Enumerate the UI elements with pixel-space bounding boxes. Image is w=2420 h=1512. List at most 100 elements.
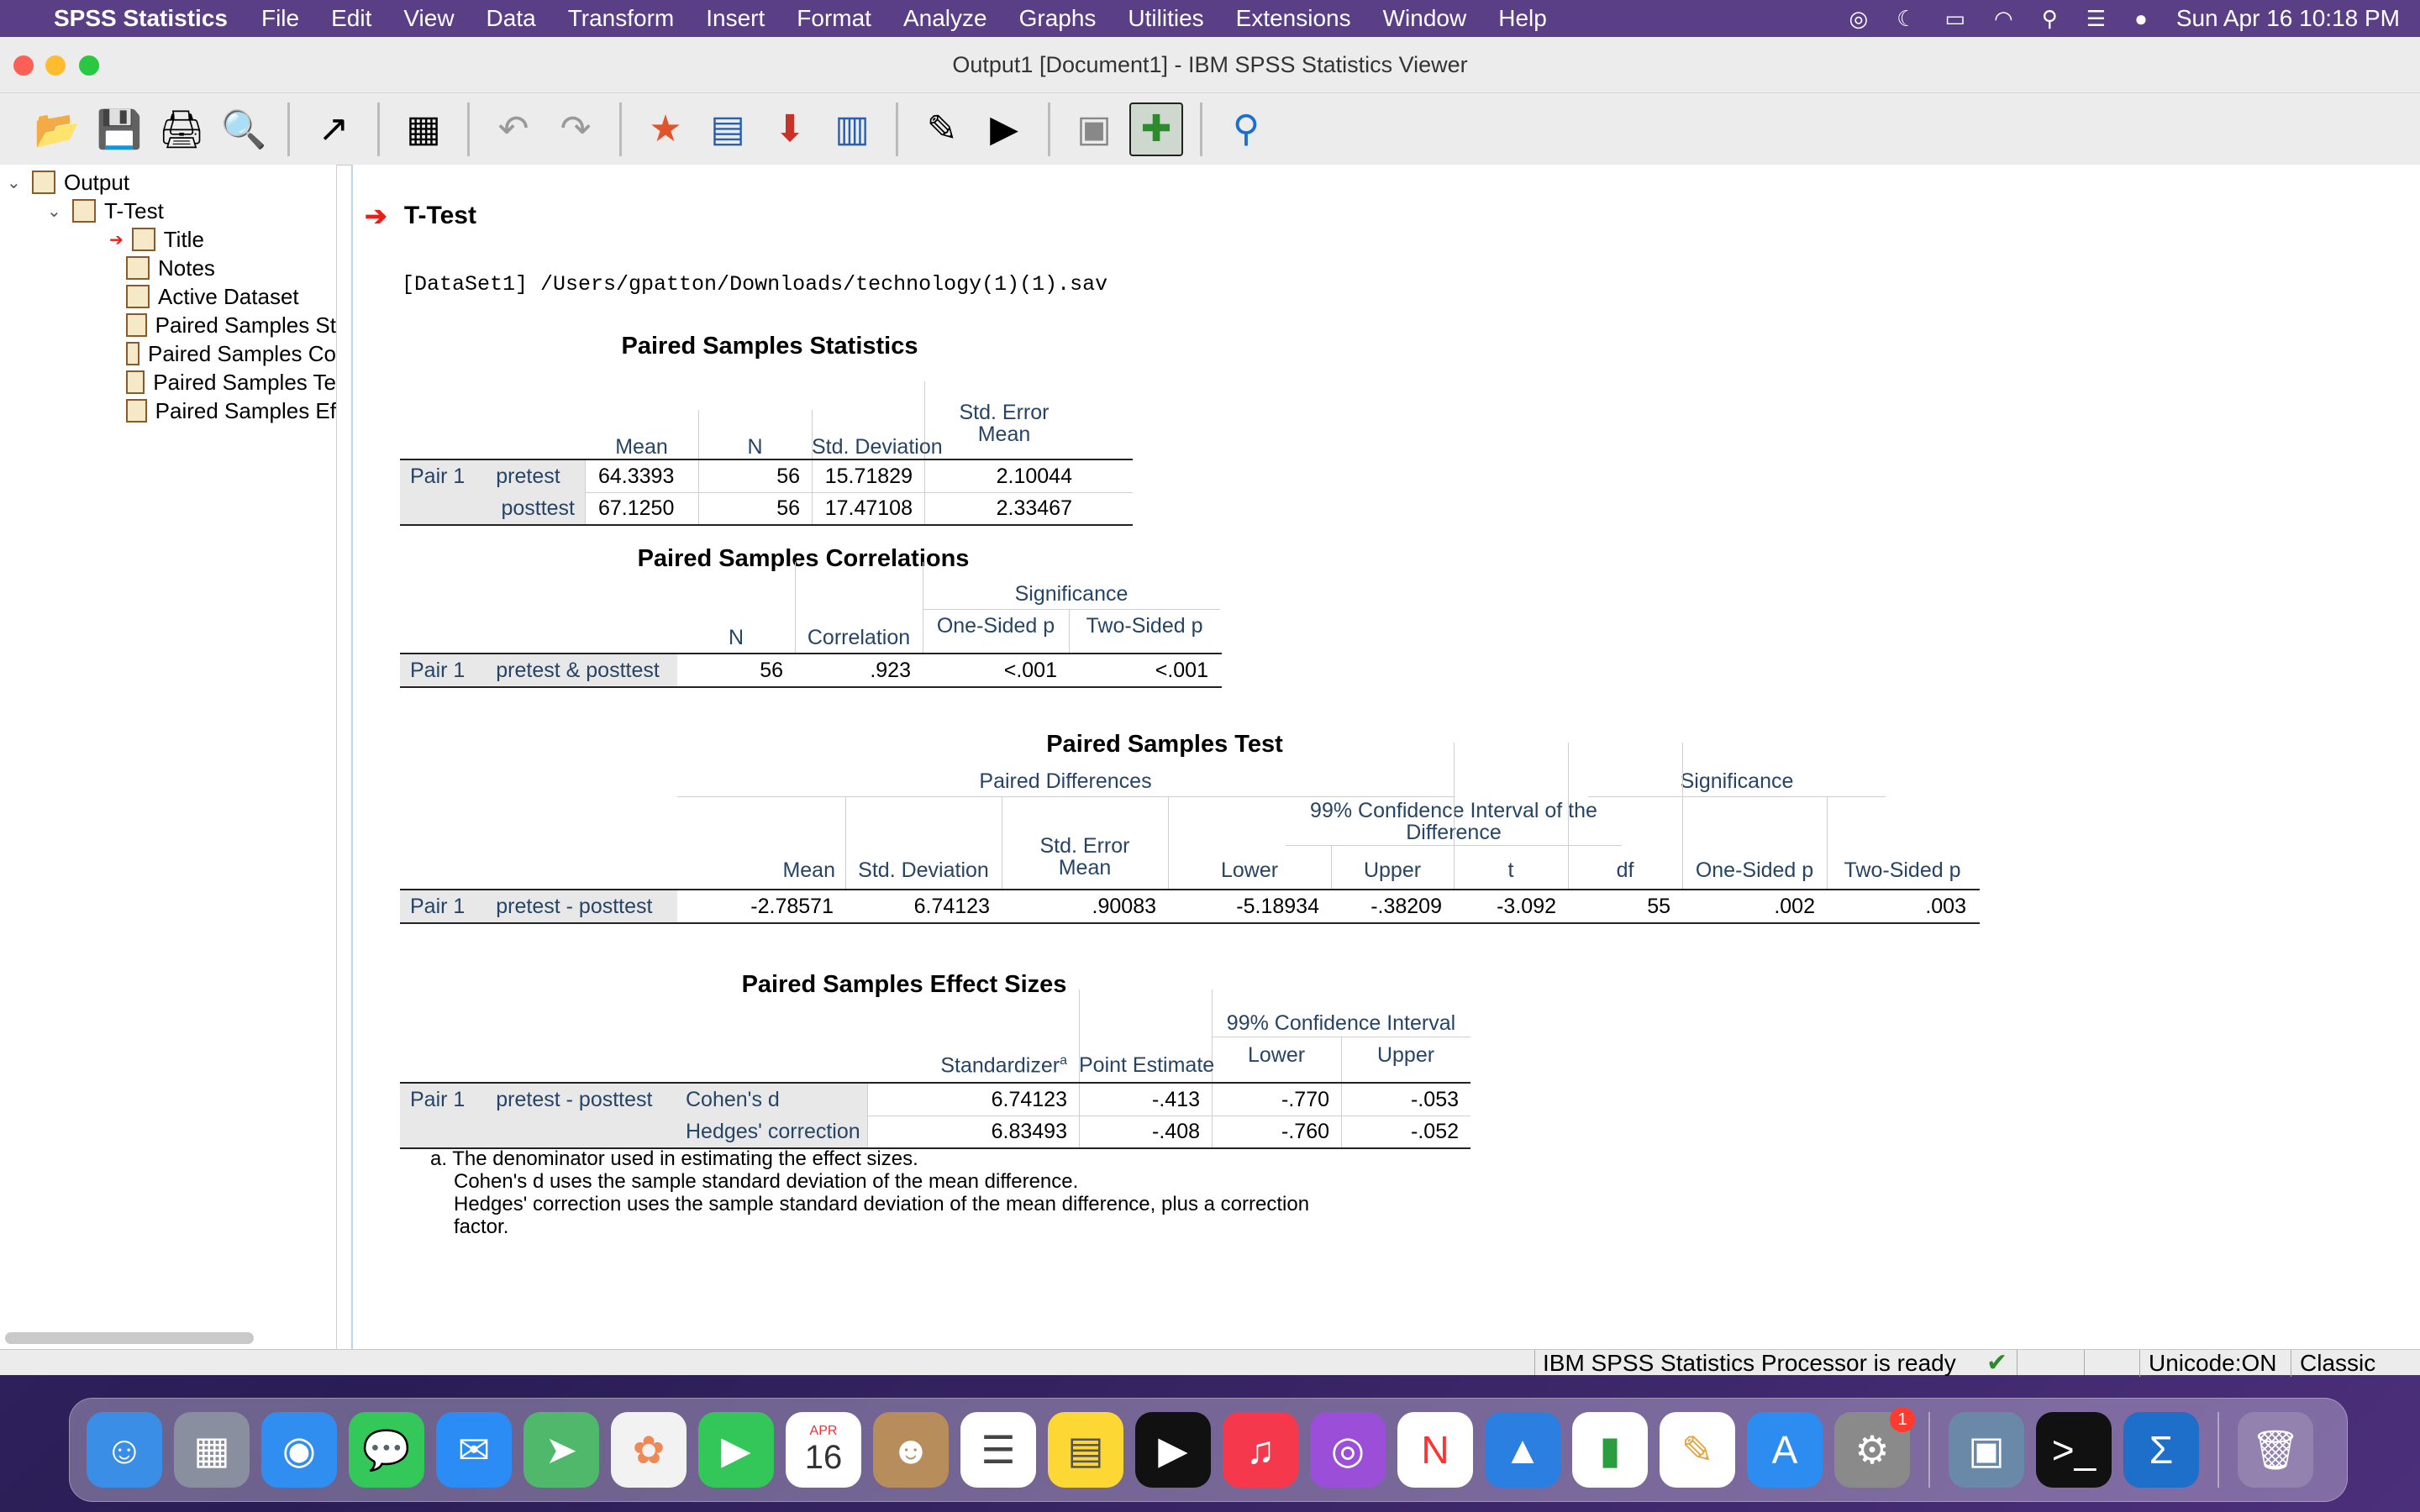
redo-icon[interactable]: ↷ xyxy=(549,102,602,156)
menu-file[interactable]: File xyxy=(261,5,299,32)
news-icon[interactable]: N xyxy=(1397,1412,1473,1488)
stat-value: 56 xyxy=(760,659,783,682)
paired-stats-table[interactable]: Paired Samples Statistics Mean N Std. De… xyxy=(400,333,1139,526)
facetime-icon[interactable]: ▶ xyxy=(698,1412,774,1488)
contacts-icon[interactable]: ☻ xyxy=(873,1412,949,1488)
hedges-label: Hedges' correction xyxy=(400,1116,867,1147)
menu-insert[interactable]: Insert xyxy=(706,5,765,32)
app-menu[interactable]: SPSS Statistics xyxy=(54,5,228,32)
insert-text-icon[interactable]: ✎ xyxy=(915,102,969,156)
col-header: One-Sided p xyxy=(1695,858,1814,882)
chevron-down-icon[interactable]: ⌄ xyxy=(7,172,24,193)
menu-format[interactable]: Format xyxy=(797,5,871,32)
battery-icon[interactable]: ▭ xyxy=(1944,6,1965,32)
outline-label: T-Test xyxy=(104,197,164,223)
spotlight-search-icon[interactable]: ⚲ xyxy=(2042,6,2058,32)
outline-output[interactable]: ⌄ Output xyxy=(7,168,129,197)
stat-value: 55 xyxy=(1647,895,1670,918)
menu-window[interactable]: Window xyxy=(1383,5,1467,32)
menu-extensions[interactable]: Extensions xyxy=(1236,5,1351,32)
variables-icon[interactable]: ⬇ xyxy=(763,102,817,156)
designate-window-icon[interactable]: ✚ xyxy=(1129,102,1183,156)
menu-analyze[interactable]: Analyze xyxy=(903,5,987,32)
reminders-icon[interactable]: ☰ xyxy=(960,1412,1036,1488)
outline-pane: ⌄ Output ⌄ T-Test ➔ Title Notes Active D… xyxy=(0,165,337,1349)
open-icon[interactable]: 📂 xyxy=(30,102,84,156)
finder-icon[interactable]: ☺ xyxy=(87,1412,162,1488)
export-icon[interactable]: ↗ xyxy=(307,102,360,156)
menu-edit[interactable]: Edit xyxy=(331,5,371,32)
menubar-clock[interactable]: Sun Apr 16 10:18 PM xyxy=(2176,5,2400,32)
outline-item-paired-test[interactable]: Paired Samples Te xyxy=(126,368,336,396)
dock-separator xyxy=(2217,1412,2219,1488)
messages-icon[interactable]: 💬 xyxy=(349,1412,424,1488)
outline-item-paired-stats[interactable]: Paired Samples St xyxy=(126,311,336,339)
chevron-down-icon[interactable]: ⌄ xyxy=(47,201,64,222)
processor-ready-icon: ✔ xyxy=(1986,1349,2008,1377)
keynote-icon[interactable]: ▲ xyxy=(1485,1412,1560,1488)
col-header: Upper xyxy=(1363,858,1422,882)
photos-icon[interactable]: ✿ xyxy=(611,1412,687,1488)
podcasts-icon[interactable]: ◎ xyxy=(1310,1412,1386,1488)
significance-header: Significance xyxy=(1014,582,1128,606)
calendar-month: APR xyxy=(809,1423,838,1438)
menu-view[interactable]: View xyxy=(403,5,454,32)
outline-horizontal-scrollbar[interactable] xyxy=(5,1332,254,1344)
outline-item-paired-effect[interactable]: Paired Samples Ef xyxy=(126,396,336,425)
preview-icon[interactable]: ▣ xyxy=(1949,1412,2024,1488)
pages-icon[interactable]: ✎ xyxy=(1660,1412,1735,1488)
paired-effect-table[interactable]: Paired Samples Effect Sizes 99% Confiden… xyxy=(400,971,1492,1164)
apple-tv-icon[interactable]: ▶ xyxy=(1135,1412,1211,1488)
notes-icon[interactable]: ▤ xyxy=(1048,1412,1123,1488)
system-settings-icon[interactable]: ⚙ 1 xyxy=(1834,1407,1915,1488)
outline-t-test[interactable]: ⌄ T-Test xyxy=(47,197,164,225)
outline-item-active-dataset[interactable]: Active Dataset xyxy=(126,282,299,311)
spss-statistics-icon[interactable]: Σ xyxy=(2123,1412,2199,1488)
terminal-icon[interactable]: >_ xyxy=(2036,1412,2112,1488)
screen-share-icon[interactable]: ◎ xyxy=(1849,6,1868,32)
paired-corr-table[interactable]: Paired Samples Correlations Significance… xyxy=(400,545,1232,688)
maps-icon[interactable]: ➤ xyxy=(523,1412,599,1488)
launchpad-icon[interactable]: ▦ xyxy=(174,1412,250,1488)
safari-icon[interactable]: ◉ xyxy=(261,1412,337,1488)
moon-icon[interactable]: ☾ xyxy=(1897,6,1916,32)
toolbar-separator xyxy=(1200,102,1202,156)
menu-data[interactable]: Data xyxy=(487,5,536,32)
menu-transform[interactable]: Transform xyxy=(568,5,675,32)
stat-value: 6.74123 xyxy=(913,895,990,918)
trash-icon[interactable]: 🗑 xyxy=(2238,1412,2313,1488)
undo-icon[interactable]: ↶ xyxy=(487,102,540,156)
recall-dialog-icon[interactable]: ▦ xyxy=(397,102,450,156)
row-label: Pair 1 pretest - posttest xyxy=(400,890,677,922)
stat-value: -.408 xyxy=(1152,1120,1200,1143)
outline-label: Active Dataset xyxy=(158,283,299,309)
show-hide-icon[interactable]: ▣ xyxy=(1067,102,1121,156)
outline-item-paired-corr[interactable]: Paired Samples Co xyxy=(126,339,336,368)
calendar-icon[interactable]: APR 16 xyxy=(786,1412,861,1488)
menu-utilities[interactable]: Utilities xyxy=(1128,5,1203,32)
goto-case-icon[interactable]: ★ xyxy=(639,102,692,156)
outline-item-notes[interactable]: Notes xyxy=(126,254,215,282)
stat-value: .923 xyxy=(870,659,911,682)
app-store-icon[interactable]: A xyxy=(1747,1412,1823,1488)
goto-variable-icon[interactable]: ▤ xyxy=(701,102,755,156)
section-title[interactable]: ➔ T-Test xyxy=(365,200,476,232)
siri-icon[interactable]: ● xyxy=(2134,6,2148,32)
select-cases-icon[interactable]: ▥ xyxy=(825,102,879,156)
wifi-icon[interactable]: ◠ xyxy=(1994,6,2013,32)
outline-item-title[interactable]: ➔ Title xyxy=(109,225,204,254)
music-icon[interactable]: ♫ xyxy=(1223,1412,1298,1488)
menu-graphs[interactable]: Graphs xyxy=(1019,5,1097,32)
menu-help[interactable]: Help xyxy=(1498,5,1547,32)
print-preview-icon[interactable]: 🔍 xyxy=(217,102,271,156)
numbers-icon[interactable]: ▮ xyxy=(1572,1412,1648,1488)
save-icon[interactable]: 💾 xyxy=(92,102,146,156)
print-icon[interactable]: 🖨 xyxy=(155,102,208,156)
search-icon[interactable]: ⚲ xyxy=(1219,102,1273,156)
control-center-icon[interactable]: ☰ xyxy=(2086,6,2106,32)
toolbar-separator xyxy=(1048,102,1050,156)
insert-output-icon[interactable]: ▶ xyxy=(977,102,1031,156)
paired-test-table[interactable]: Paired Samples Test Paired Differences S… xyxy=(400,731,1996,924)
mail-icon[interactable]: ✉ xyxy=(436,1412,512,1488)
outline-label: Paired Samples St xyxy=(155,312,336,338)
